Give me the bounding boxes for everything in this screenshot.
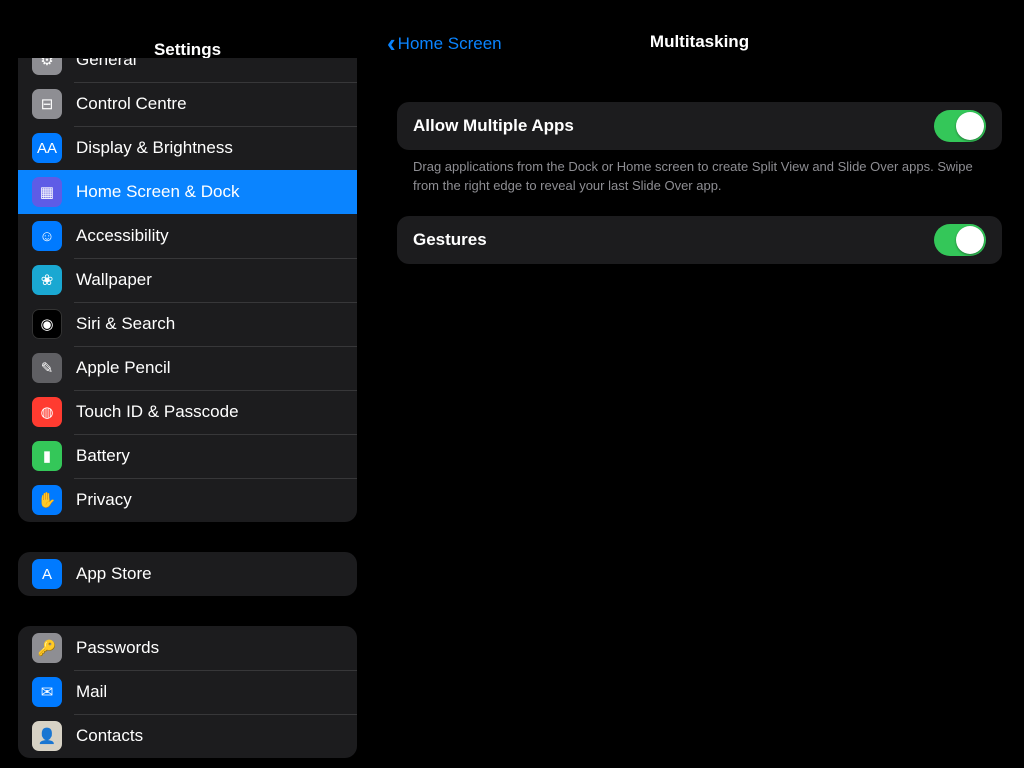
apple-pencil-icon: ✎ <box>32 353 62 383</box>
sidebar-item-label: Touch ID & Passcode <box>76 402 343 422</box>
app-store-icon: A <box>32 559 62 589</box>
sidebar-item-siri[interactable]: ◉ Siri & Search <box>18 302 357 346</box>
control-centre-icon: ⊟ <box>32 89 62 119</box>
sidebar-item-app-store[interactable]: A App Store <box>18 552 357 596</box>
gestures-toggle[interactable] <box>934 224 986 256</box>
sidebar-item-battery[interactable]: ▮ Battery <box>18 434 357 478</box>
sidebar-item-passwords[interactable]: 🔑 Passwords <box>18 626 357 670</box>
back-label: Home Screen <box>398 34 502 54</box>
sidebar-item-label: Privacy <box>76 490 343 510</box>
chevron-left-icon: ‹ <box>387 36 396 52</box>
gestures-card: Gestures <box>397 216 1002 264</box>
sidebar-item-label: Display & Brightness <box>76 138 343 158</box>
accessibility-icon: ☺ <box>32 221 62 251</box>
battery-icon: ▮ <box>32 441 62 471</box>
sidebar-item-touchid[interactable]: ◍ Touch ID & Passcode <box>18 390 357 434</box>
sidebar-item-privacy[interactable]: ✋ Privacy <box>18 478 357 522</box>
mail-icon: ✉ <box>32 677 62 707</box>
sidebar-item-label: Mail <box>76 682 343 702</box>
back-button[interactable]: ‹ Home Screen <box>387 34 502 54</box>
sidebar-item-label: Accessibility <box>76 226 343 246</box>
sidebar-item-label: Control Centre <box>76 94 343 114</box>
sidebar-item-label: Battery <box>76 446 343 466</box>
sidebar-item-wallpaper[interactable]: ❀ Wallpaper <box>18 258 357 302</box>
allow-multiple-apps-label: Allow Multiple Apps <box>413 116 574 136</box>
sidebar-item-label: General <box>76 58 343 70</box>
sidebar-item-label: App Store <box>76 564 343 584</box>
detail-pane: ‹ Home Screen Multitasking Allow Multipl… <box>375 0 1024 768</box>
sidebar-item-label: Apple Pencil <box>76 358 343 378</box>
sidebar-item-label: Contacts <box>76 726 343 746</box>
sidebar-item-accessibility[interactable]: ☺ Accessibility <box>18 214 357 258</box>
general-icon: ⚙︎ <box>32 58 62 75</box>
sidebar-item-home-dock[interactable]: ▦ Home Screen & Dock <box>18 170 357 214</box>
sidebar-item-apple-pencil[interactable]: ✎ Apple Pencil <box>18 346 357 390</box>
siri-icon: ◉ <box>32 309 62 339</box>
sidebar-item-general[interactable]: ⚙︎ General <box>18 58 357 82</box>
sidebar-item-mail[interactable]: ✉ Mail <box>18 670 357 714</box>
sidebar-item-display[interactable]: AA Display & Brightness <box>18 126 357 170</box>
touchid-icon: ◍ <box>32 397 62 427</box>
sidebar-item-label: Passwords <box>76 638 343 658</box>
allow-multiple-apps-toggle[interactable] <box>934 110 986 142</box>
home-dock-icon: ▦ <box>32 177 62 207</box>
gestures-label: Gestures <box>413 230 487 250</box>
display-icon: AA <box>32 133 62 163</box>
allow-multiple-apps-card: Allow Multiple Apps <box>397 102 1002 150</box>
sidebar-item-label: Home Screen & Dock <box>76 182 343 202</box>
settings-sidebar: Settings ⚙︎General⊟Control CentreAADispl… <box>0 0 375 768</box>
detail-title: Multitasking <box>650 32 749 52</box>
contacts-icon: 👤 <box>32 721 62 751</box>
sidebar-item-control-centre[interactable]: ⊟ Control Centre <box>18 82 357 126</box>
sidebar-item-label: Wallpaper <box>76 270 343 290</box>
privacy-icon: ✋ <box>32 485 62 515</box>
allow-multiple-apps-footer: Drag applications from the Dock or Home … <box>397 150 1002 216</box>
sidebar-item-contacts[interactable]: 👤 Contacts <box>18 714 357 758</box>
wallpaper-icon: ❀ <box>32 265 62 295</box>
passwords-icon: 🔑 <box>32 633 62 663</box>
detail-navbar: ‹ Home Screen Multitasking <box>375 0 1024 62</box>
sidebar-item-label: Siri & Search <box>76 314 343 334</box>
